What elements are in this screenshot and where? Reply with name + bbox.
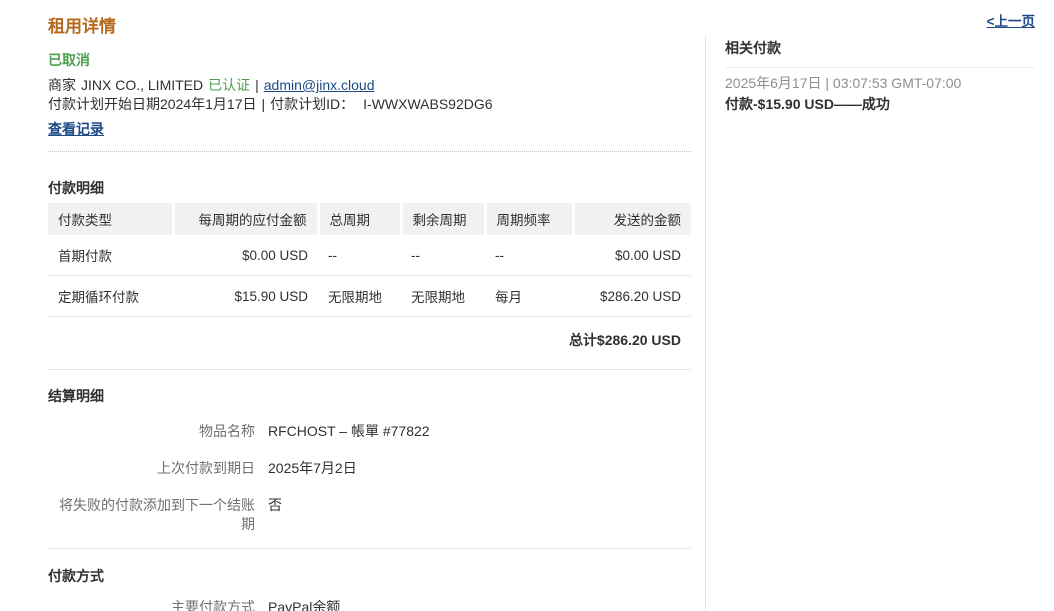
settlement-heading: 结算明细 <box>48 386 691 406</box>
cell-amount-per-cycle: $0.00 USD <box>173 235 318 276</box>
section-divider <box>48 548 691 549</box>
cell-total-cycles: 无限期地 <box>318 276 401 317</box>
related-payment-entry: 付款-$15.90 USD——成功 <box>725 95 1035 113</box>
view-records-link[interactable]: 查看记录 <box>48 119 104 139</box>
settlement-label: 物品名称 <box>48 422 255 441</box>
payment-method-heading: 付款方式 <box>48 566 691 586</box>
back-link-row: <上一页 <box>705 0 1035 30</box>
cell-amount-sent: $286.20 USD <box>573 276 691 317</box>
related-payments-panel: 相关付款 2025年6月17日 | 03:07:53 GMT-07:00 付款-… <box>705 35 1035 611</box>
table-row: 定期循环付款 $15.90 USD 无限期地 无限期地 每月 $286.20 U… <box>48 276 691 317</box>
primary-payment-label: 主要付款方式 <box>48 598 255 611</box>
related-payments-heading: 相关付款 <box>725 38 1035 58</box>
settlement-label: 上次付款到期日 <box>48 459 255 478</box>
settlement-row: 将失败的付款添加到下一个结账期 否 <box>48 496 691 534</box>
settlement-label: 将失败的付款添加到下一个结账期 <box>48 496 255 534</box>
plan-line: 付款计划开始日期2024年1月17日 |付款计划ID： I-WWXWABS92DG6 <box>48 95 691 114</box>
plan-separator: | <box>262 96 266 112</box>
col-header-payment-type: 付款类型 <box>48 203 173 235</box>
status-badge: 已取消 <box>48 50 691 70</box>
primary-payment-label-stack: 主要付款方式 这是什么? <box>48 598 255 611</box>
col-header-total-cycles: 总周期 <box>318 203 401 235</box>
related-payments-sidebar: <上一页 相关付款 2025年6月17日 | 03:07:53 GMT-07:0… <box>705 0 1054 611</box>
cell-payment-type: 首期付款 <box>48 235 173 276</box>
cell-remaining-cycles: 无限期地 <box>401 276 485 317</box>
subscription-detail-page: 租用详情 已取消 商家 JINX CO., LIMITED 已认证 | admin@ji… <box>0 0 1054 611</box>
plan-id-label: 付款计划ID： <box>270 96 354 112</box>
cell-payment-type: 定期循环付款 <box>48 276 173 317</box>
merchant-line: 商家 JINX CO., LIMITED 已认证 | admin@jinx.cloud <box>48 76 691 95</box>
cell-remaining-cycles: -- <box>401 235 485 276</box>
merchant-separator: | <box>255 77 259 93</box>
cell-frequency: 每月 <box>485 276 573 317</box>
merchant-prefix: 商家 <box>48 77 76 93</box>
cell-total-cycles: -- <box>318 235 401 276</box>
previous-page-link[interactable]: <上一页 <box>987 14 1035 29</box>
settlement-value: 2025年7月2日 <box>268 459 357 478</box>
settlement-value: RFCHOST – 帳單 #77822 <box>268 422 430 441</box>
related-payments-divider <box>725 67 1035 68</box>
table-header-row: 付款类型 每周期的应付金额 总周期 剩余周期 周期频率 发送的金额 <box>48 203 691 235</box>
section-divider <box>48 369 691 370</box>
col-header-amount-sent: 发送的金额 <box>573 203 691 235</box>
verified-badge: 已认证 <box>208 77 250 93</box>
table-row: 首期付款 $0.00 USD -- -- -- $0.00 USD <box>48 235 691 276</box>
table-total: 总计$286.20 USD <box>48 317 691 350</box>
settlement-row: 物品名称 RFCHOST – 帳單 #77822 <box>48 422 691 441</box>
plan-start-date: 付款计划开始日期2024年1月17日 <box>48 96 257 112</box>
dotted-divider <box>48 151 691 152</box>
related-payment-type: 付款 <box>725 96 753 112</box>
plan-id-value: I-WWXWABS92DG6 <box>363 96 492 112</box>
merchant-email-link[interactable]: admin@jinx.cloud <box>264 77 375 93</box>
settlement-value: 否 <box>268 496 282 515</box>
merchant-name: JINX CO., LIMITED <box>81 77 203 93</box>
col-header-amount-per-cycle: 每周期的应付金额 <box>173 203 318 235</box>
cell-amount-per-cycle: $15.90 USD <box>173 276 318 317</box>
main-content: 租用详情 已取消 商家 JINX CO., LIMITED 已认证 | admin@ji… <box>0 0 705 611</box>
payment-details-heading: 付款明细 <box>48 178 691 198</box>
cell-frequency: -- <box>485 235 573 276</box>
payment-details-table: 付款类型 每周期的应付金额 总周期 剩余周期 周期频率 发送的金额 首期付款 $… <box>48 203 691 317</box>
cell-amount-sent: $0.00 USD <box>573 235 691 276</box>
related-payment-timestamp: 2025年6月17日 | 03:07:53 GMT-07:00 <box>725 74 1035 92</box>
page-title: 租用详情 <box>48 12 691 37</box>
col-header-remaining-cycles: 剩余周期 <box>401 203 485 235</box>
settlement-row: 上次付款到期日 2025年7月2日 <box>48 459 691 478</box>
primary-payment-method-row: 主要付款方式 这是什么? PayPal余额 <box>48 598 691 611</box>
primary-payment-value: PayPal余额 <box>268 598 340 611</box>
related-payment-details: -$15.90 USD——成功 <box>753 96 890 112</box>
col-header-frequency: 周期频率 <box>485 203 573 235</box>
